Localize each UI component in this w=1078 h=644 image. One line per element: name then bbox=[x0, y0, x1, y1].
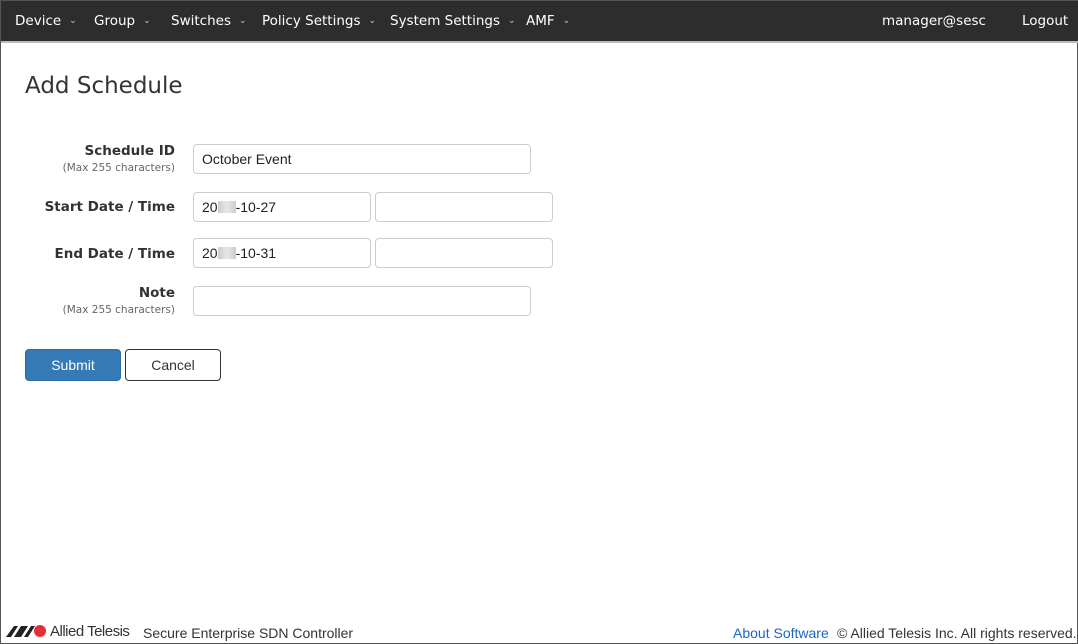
chevron-down-icon: ⌄ bbox=[508, 16, 516, 26]
nav-switches[interactable]: Switches ⌄ bbox=[171, 13, 247, 29]
date-suffix: -10-31 bbox=[235, 245, 277, 261]
chevron-down-icon: ⌄ bbox=[143, 16, 151, 26]
nav-label: Policy Settings bbox=[262, 13, 361, 29]
page-title: Add Schedule bbox=[25, 73, 183, 99]
chevron-down-icon: ⌄ bbox=[562, 16, 571, 26]
footer: Allied Telesis Secure Enterprise SDN Con… bbox=[1, 621, 1077, 643]
nav-label: Switches bbox=[171, 13, 231, 29]
hint-text: (Max 255 characters) bbox=[62, 162, 175, 174]
submit-button[interactable]: Submit bbox=[25, 349, 121, 381]
schedule-id-input[interactable]: October Event bbox=[193, 144, 531, 174]
product-name: Secure Enterprise SDN Controller bbox=[143, 625, 354, 641]
logout-link[interactable]: Logout bbox=[1022, 13, 1068, 29]
start-time-input[interactable] bbox=[375, 192, 553, 222]
nav-policy-settings[interactable]: Policy Settings ⌄ bbox=[262, 13, 376, 29]
copyright: © Allied Telesis Inc. All rights reserve… bbox=[837, 625, 1077, 641]
redacted-digits bbox=[217, 247, 236, 259]
chevron-down-icon: ⌄ bbox=[368, 16, 377, 26]
nav-label: Group bbox=[94, 13, 136, 29]
date-prefix: 20 bbox=[202, 199, 218, 215]
redacted-digits bbox=[217, 201, 236, 213]
nav-group[interactable]: Group ⌄ bbox=[94, 13, 151, 29]
user-name: manager@sesc bbox=[882, 13, 986, 29]
top-nav: Device ⌄ Group ⌄ Switches ⌄ Policy Settings… bbox=[1, 1, 1078, 43]
end-date-input[interactable]: 20 -10-31 bbox=[193, 238, 371, 268]
nav-amf[interactable]: AMF ⌄ bbox=[526, 13, 570, 29]
user-menu[interactable]: manager@sesc bbox=[882, 13, 986, 29]
note-input[interactable] bbox=[193, 286, 531, 316]
nav-system-settings[interactable]: System Settings ⌄ bbox=[390, 13, 516, 29]
start-label: Start Date / Time bbox=[44, 199, 175, 215]
nav-label: System Settings bbox=[390, 13, 501, 29]
label-text: Schedule ID bbox=[84, 143, 175, 159]
start-date-input[interactable]: 20 -10-27 bbox=[193, 192, 371, 222]
logout-label: Logout bbox=[1022, 13, 1069, 29]
label-text: Note bbox=[138, 285, 175, 301]
note-label: Note (Max 255 characters) bbox=[63, 285, 175, 316]
schedule-id-label: Schedule ID (Max 255 characters) bbox=[63, 143, 175, 174]
hint-text: (Max 255 characters) bbox=[62, 304, 175, 316]
allied-telesis-logo-icon bbox=[6, 625, 46, 637]
chevron-down-icon: ⌄ bbox=[69, 16, 77, 26]
end-time-input[interactable] bbox=[375, 238, 553, 268]
nav-device[interactable]: Device ⌄ bbox=[15, 13, 77, 29]
chevron-down-icon: ⌄ bbox=[238, 16, 247, 26]
nav-label: AMF bbox=[526, 13, 555, 29]
date-suffix: -10-27 bbox=[235, 199, 277, 215]
date-prefix: 20 bbox=[202, 245, 218, 261]
end-label: End Date / Time bbox=[54, 246, 175, 262]
about-software-link[interactable]: About Software bbox=[733, 625, 829, 641]
brand-name: Allied Telesis bbox=[50, 623, 130, 640]
cancel-button[interactable]: Cancel bbox=[125, 349, 221, 381]
nav-label: Device bbox=[15, 13, 62, 29]
